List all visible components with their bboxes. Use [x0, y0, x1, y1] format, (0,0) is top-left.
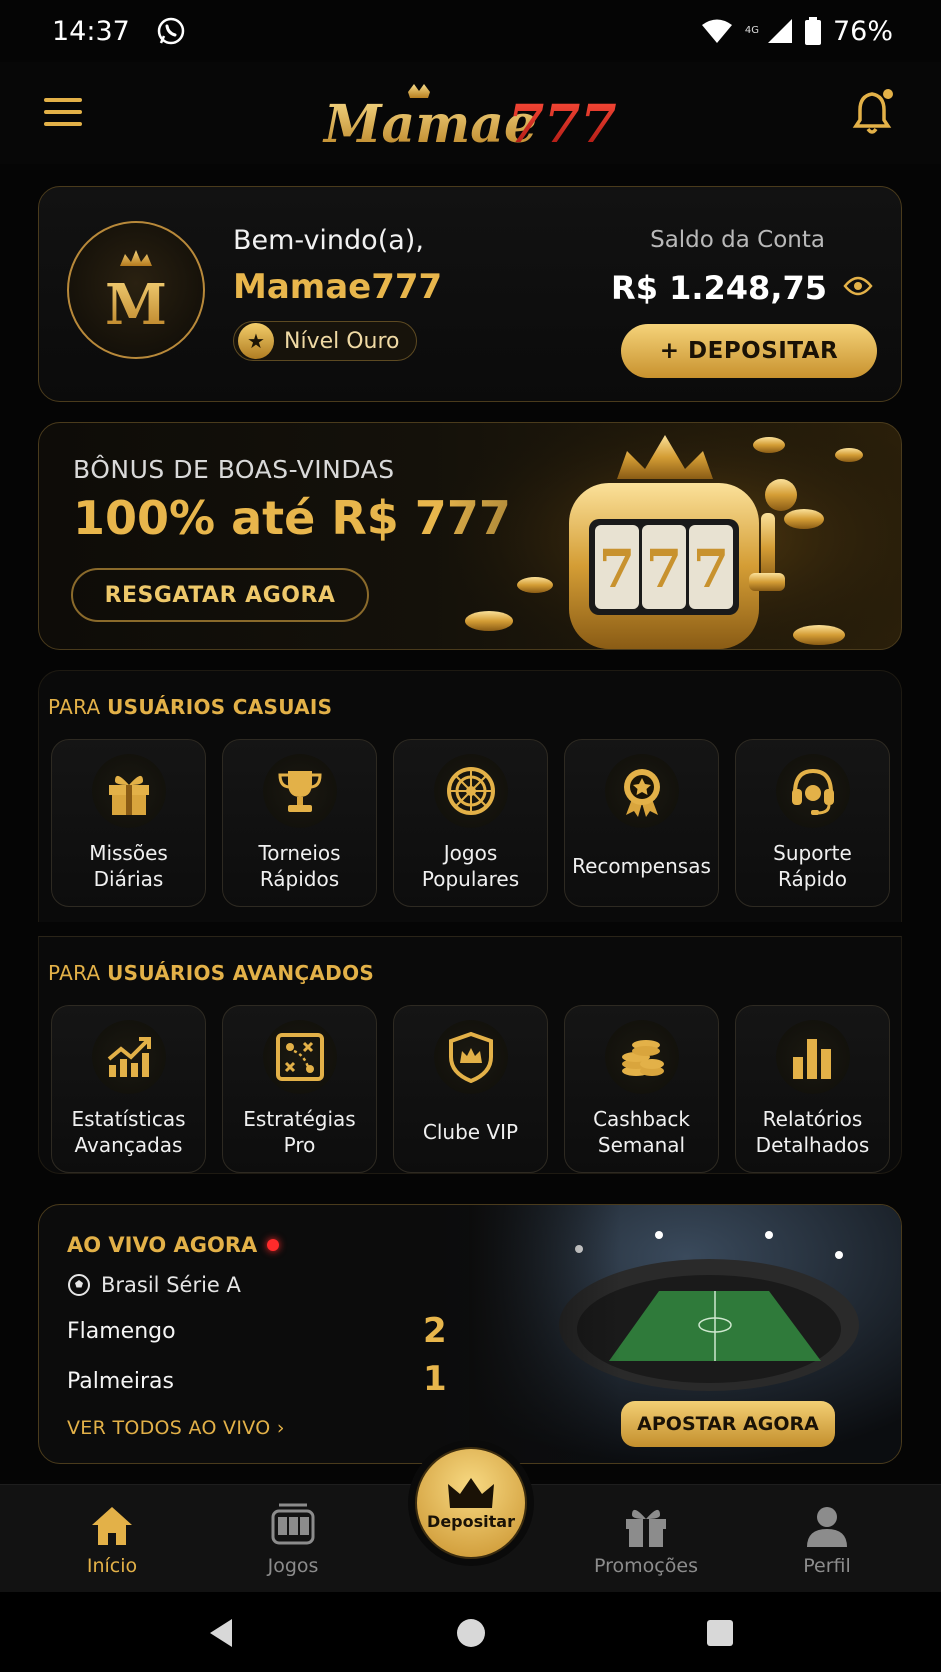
slot-machine-icon [271, 1503, 315, 1545]
strategy-board-icon [263, 1020, 337, 1094]
see-all-live-link[interactable]: VER TODOS AO VIVO › [67, 1417, 285, 1439]
bonus-subtitle: BÔNUS DE BOAS-VINDAS [73, 455, 395, 484]
vip-shield-icon [434, 1020, 508, 1094]
avatar[interactable]: M [67, 221, 205, 359]
svg-text:7: 7 [646, 539, 682, 600]
tile-label: Jogos Populares [421, 841, 520, 891]
notification-bell-icon[interactable] [852, 88, 896, 136]
claim-bonus-button[interactable]: RESGATAR AGORA [71, 568, 369, 622]
whatsapp-icon [156, 16, 186, 46]
crown-icon [448, 1477, 494, 1508]
level-badge[interactable]: ★ Nível Ouro [233, 321, 417, 361]
balance-label: Saldo da Conta [650, 227, 825, 253]
home-circle-icon[interactable] [454, 1616, 488, 1650]
tile-advanced-stats[interactable]: Estatísticas Avançadas [51, 1005, 206, 1173]
tile-popular-games[interactable]: Jogos Populares [393, 739, 548, 907]
nav-item-home[interactable]: Início [47, 1503, 177, 1577]
tile-label: Estratégias Pro [243, 1107, 356, 1157]
tile-detailed-reports[interactable]: Relatórios Detalhados [735, 1005, 890, 1173]
star-icon: ★ [238, 323, 274, 359]
status-bar: 14:37 4G 76% [0, 0, 941, 62]
level-label: Nível Ouro [284, 328, 400, 354]
trophy-icon [263, 754, 337, 828]
welcome-card: M Bem-vindo(a), Mamae777 ★ Nível Ouro Sa… [38, 186, 902, 402]
wifi-icon [701, 18, 733, 44]
recents-icon[interactable] [703, 1616, 737, 1650]
gift-icon [626, 1509, 666, 1547]
soccer-ball-icon [67, 1273, 91, 1297]
tile-rewards[interactable]: Recompensas [564, 739, 719, 907]
hamburger-menu-icon[interactable] [42, 92, 86, 132]
signal-icon [767, 18, 793, 44]
nav-item-profile[interactable]: Perfil [762, 1503, 892, 1577]
away-team: Palmeiras [67, 1369, 174, 1394]
bar-chart-icon [776, 1020, 850, 1094]
away-score: 1 [423, 1359, 447, 1399]
back-icon[interactable] [204, 1616, 238, 1650]
svg-text:7: 7 [599, 539, 635, 600]
home-icon [92, 1507, 132, 1545]
roulette-icon [434, 754, 508, 828]
avatar-letter: M [105, 272, 167, 338]
tile-label: Cashback Semanal [593, 1107, 690, 1157]
league-name: Brasil Série A [101, 1273, 241, 1297]
clock: 14:37 [52, 15, 130, 47]
tile-label: Recompensas [572, 854, 711, 878]
username: Mamae777 [233, 267, 443, 307]
network-type: 4G [744, 25, 759, 36]
casual-section-title: PARA USUÁRIOS CASUAIS [48, 695, 333, 719]
advanced-tiles: Estatísticas Avançadas Estratégias Pro C… [51, 1005, 890, 1173]
bet-now-button[interactable]: APOSTAR AGORA [621, 1401, 835, 1447]
system-navigation-bar [0, 1592, 941, 1672]
casual-tiles: Missões Diárias Torneios Rápidos Jogos P… [51, 739, 890, 907]
tile-label: Clube VIP [422, 1120, 519, 1144]
nav-item-games[interactable]: Jogos [228, 1503, 358, 1577]
tile-vip-club[interactable]: Clube VIP [393, 1005, 548, 1173]
trend-chart-icon [92, 1020, 166, 1094]
casual-users-section: PARA USUÁRIOS CASUAIS Missões Diárias To… [38, 670, 902, 922]
league-row: Brasil Série A [67, 1273, 241, 1297]
app-logo: Mamae 777 [320, 82, 630, 152]
live-now-card: AO VIVO AGORA Brasil Série A Flamengo 2 … [38, 1204, 902, 1464]
app-header: Mamae 777 [0, 62, 941, 164]
bonus-headline: 100% até R$ 777 [73, 491, 511, 545]
advanced-section-title: PARA USUÁRIOS AVANÇADOS [48, 961, 375, 985]
nav-item-promotions[interactable]: Promoções [581, 1503, 711, 1577]
live-title: AO VIVO AGORA [67, 1233, 280, 1257]
tile-pro-strategies[interactable]: Estratégias Pro [222, 1005, 377, 1173]
logo-text-777: 777 [508, 94, 617, 152]
crown-icon [120, 250, 152, 266]
deposit-fab-label: Depositar [427, 1511, 515, 1531]
svg-text:7: 7 [693, 539, 729, 600]
battery-percent: 76% [832, 15, 893, 47]
tile-label: Estatísticas Avançadas [71, 1107, 186, 1157]
medal-icon [605, 754, 679, 828]
tile-weekly-cashback[interactable]: Cashback Semanal [564, 1005, 719, 1173]
deposit-button[interactable]: + DEPOSITAR [621, 324, 877, 378]
eye-icon[interactable] [843, 275, 873, 297]
tile-quick-tournaments[interactable]: Torneios Rápidos [222, 739, 377, 907]
gift-icon [92, 754, 166, 828]
advanced-users-section: PARA USUÁRIOS AVANÇADOS Estatísticas Ava… [38, 936, 902, 1174]
tile-daily-missions[interactable]: Missões Diárias [51, 739, 206, 907]
headset-icon [776, 754, 850, 828]
deposit-fab[interactable]: Depositar [408, 1440, 534, 1566]
tile-quick-support[interactable]: Suporte Rápido [735, 739, 890, 907]
slot-machine-illustration: 7 7 7 [449, 423, 901, 649]
user-icon [807, 1507, 847, 1547]
battery-icon [804, 17, 821, 45]
tile-label: Torneios Rápidos [258, 841, 341, 891]
welcome-bonus-banner[interactable]: BÔNUS DE BOAS-VINDAS 100% até R$ 777 RES… [38, 422, 902, 650]
tile-label: Missões Diárias [89, 841, 168, 891]
logo-text-mamae: Mamae [322, 94, 537, 152]
balance-value: R$ 1.248,75 [611, 269, 827, 307]
coin-stack-icon [605, 1020, 679, 1094]
home-team: Flamengo [67, 1319, 176, 1344]
tile-label: Relatórios Detalhados [755, 1107, 870, 1157]
greeting-text: Bem-vindo(a), [233, 225, 424, 256]
live-indicator-dot [267, 1239, 280, 1251]
chevron-right-icon: › [276, 1417, 285, 1439]
home-score: 2 [423, 1311, 447, 1351]
tile-label: Suporte Rápido [773, 841, 852, 891]
